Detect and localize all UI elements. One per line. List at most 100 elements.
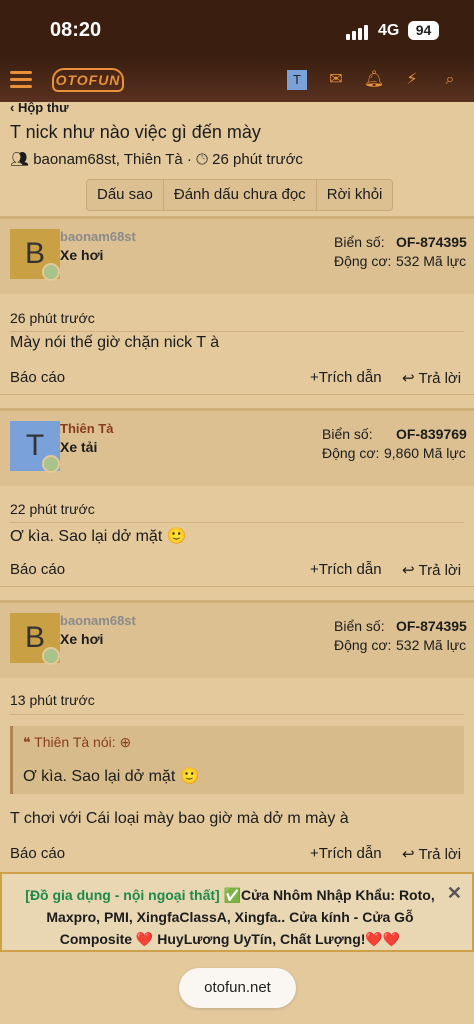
username[interactable]: Thiên Tà: [60, 421, 113, 436]
user-type: Xe hơi: [60, 631, 104, 647]
quote-label: Trích dẫn: [318, 369, 382, 386]
participants[interactable]: baonam68st, Thiên Tà: [33, 151, 183, 168]
engine-label: Động cơ:: [322, 445, 380, 461]
battery-icon: 94: [408, 21, 439, 40]
search-icon[interactable]: ⌕: [438, 68, 462, 92]
ad-tag: [Đồ gia dụng - nội ngoại thất]: [25, 887, 220, 903]
breadcrumb-label: Hộp thư: [17, 100, 69, 115]
plate-label: Biển số:: [322, 426, 373, 442]
avatar-letter: B: [24, 237, 45, 270]
reply-button[interactable]: ↩︎ Trả lời: [402, 369, 461, 387]
reply-label: Trả lời: [418, 846, 462, 863]
menu-icon[interactable]: [10, 70, 32, 90]
user-specs: Biển số: OF-874395 Động cơ: 532 Mã lực: [334, 233, 467, 271]
post-actions: Báo cáo +Trích dẫn ↩︎ Trả lời: [0, 845, 474, 867]
mark-unread-button[interactable]: Đánh dấu chưa đọc: [164, 180, 317, 210]
quote-button[interactable]: +Trích dẫn: [310, 561, 382, 578]
engine-label: Động cơ:: [334, 253, 392, 269]
page-title: T nick như nào việc gì đến mày: [10, 122, 261, 142]
plate-label: Biển số:: [334, 234, 385, 250]
bolt-icon[interactable]: ⚡︎: [400, 68, 424, 92]
mail-icon[interactable]: ✉: [324, 68, 348, 92]
reply-icon: ↩︎: [402, 370, 419, 387]
post-text: T chơi với Cái loại mày bao giờ mà dở m …: [10, 810, 349, 827]
avatar[interactable]: B: [10, 613, 60, 665]
star-button[interactable]: Dấu sao: [87, 180, 164, 210]
post-text: Mày nói thế giờ chặn nick T à: [10, 334, 220, 351]
avatar[interactable]: B: [10, 229, 60, 281]
quote-header[interactable]: ❝ Thiên Tà nói: ⊕: [23, 734, 131, 751]
divider: [10, 331, 464, 332]
divider: [10, 714, 464, 715]
reply-icon: ↩︎: [402, 846, 419, 863]
quote-button[interactable]: +Trích dẫn: [310, 369, 382, 386]
arrow-up-circle-icon[interactable]: ⊕: [120, 734, 132, 750]
user-specs: Biển số: OF-839769 Động cơ: 9,860 Mã lực: [322, 425, 467, 463]
bell-icon[interactable]: 🔔︎: [362, 68, 386, 92]
breadcrumb[interactable]: ‹ Hộp thư: [10, 100, 69, 115]
url-bar[interactable]: otofun.net: [179, 968, 296, 1008]
post-header: T Thiên Tà Xe tải Biển số: OF-839769 Động…: [0, 408, 474, 486]
plus-icon: +: [310, 845, 319, 862]
user-avatar[interactable]: T: [287, 70, 307, 90]
thread-time: 26 phút trước: [212, 151, 303, 168]
divider: [10, 522, 464, 523]
quote-label: Trích dẫn: [318, 561, 382, 578]
quote-mark-icon: ❝: [23, 734, 35, 750]
report-button[interactable]: Báo cáo: [10, 561, 65, 578]
plus-icon: +: [310, 369, 319, 386]
quote-block: ❝ Thiên Tà nói: ⊕ Ơ kìa. Sao lại dở mặt …: [10, 726, 464, 794]
engine-value: 9,860 Mã lực: [384, 445, 466, 461]
post-header: B baonam68st Xe hơi Biển số: OF-874395 Độ…: [0, 600, 474, 678]
engine-label: Động cơ:: [334, 637, 392, 653]
reply-button[interactable]: ↩︎ Trả lời: [402, 845, 461, 863]
post-time: 22 phút trước: [10, 501, 95, 517]
avatar[interactable]: T: [10, 421, 60, 473]
avatar-letter: T: [25, 429, 45, 462]
thread-meta: 👥︎ baonam68st, Thiên Tà · 🕒︎ 26 phút trư…: [10, 151, 303, 168]
user-type: Xe hơi: [60, 247, 104, 263]
online-icon: [42, 647, 60, 665]
post-text: Ơ kìa. Sao lại dở mặt 🙂: [10, 528, 187, 545]
leave-button[interactable]: Rời khỏi: [317, 180, 393, 210]
online-icon: [42, 455, 60, 473]
plate-value: OF-839769: [396, 426, 467, 442]
clock-icon: 🕒︎: [196, 151, 208, 168]
site-logo[interactable]: OTOFUN: [52, 68, 124, 92]
quote-button[interactable]: +Trích dẫn: [310, 845, 382, 862]
network-type: 4G: [378, 22, 400, 39]
plus-icon: +: [310, 561, 319, 578]
app-bar: OTOFUN T ✉ 🔔︎ ⚡︎ ⌕: [0, 58, 474, 102]
thread-actions: Dấu sao Đánh dấu chưa đọc Rời khỏi: [86, 179, 394, 211]
status-time: 08:20: [50, 19, 102, 41]
engine-value: 532 Mã lực: [396, 637, 467, 653]
user-type: Xe tải: [60, 439, 98, 455]
plate-value: OF-874395: [396, 618, 467, 634]
status-bar: 08:20 4G 94: [0, 0, 474, 58]
post-actions: Báo cáo +Trích dẫn ↩︎ Trả lời: [0, 561, 474, 583]
quote-text: Ơ kìa. Sao lại dở mặt 🙂: [23, 768, 200, 785]
signal-icon: [346, 24, 372, 40]
user-specs: Biển số: OF-874395 Động cơ: 532 Mã lực: [334, 617, 467, 655]
ad-banner[interactable]: [Đồ gia dụng - nội ngoại thất] ✅Cửa Nhôm…: [0, 872, 474, 952]
report-button[interactable]: Báo cáo: [10, 845, 65, 862]
post-actions: Báo cáo +Trích dẫn ↩︎ Trả lời: [0, 369, 474, 391]
reply-button[interactable]: ↩︎ Trả lời: [402, 561, 461, 579]
avatar-letter: B: [24, 621, 45, 654]
reply-label: Trả lời: [418, 562, 462, 579]
plate-label: Biển số:: [334, 618, 385, 634]
engine-value: 532 Mã lực: [396, 253, 467, 269]
username[interactable]: baonam68st: [60, 613, 136, 628]
close-icon[interactable]: ✕: [447, 882, 462, 904]
post-time: 26 phút trước: [10, 310, 95, 326]
quote-author: Thiên Tà nói:: [34, 734, 116, 750]
users-icon: 👥︎: [10, 151, 30, 168]
report-button[interactable]: Báo cáo: [10, 369, 65, 386]
post-header: B baonam68st Xe hơi Biển số: OF-874395 Độ…: [0, 216, 474, 294]
post-time: 13 phút trước: [10, 692, 95, 708]
username[interactable]: baonam68st: [60, 229, 136, 244]
plate-value: OF-874395: [396, 234, 467, 250]
quote-label: Trích dẫn: [318, 845, 382, 862]
reply-label: Trả lời: [418, 370, 462, 387]
reply-icon: ↩︎: [402, 562, 419, 579]
